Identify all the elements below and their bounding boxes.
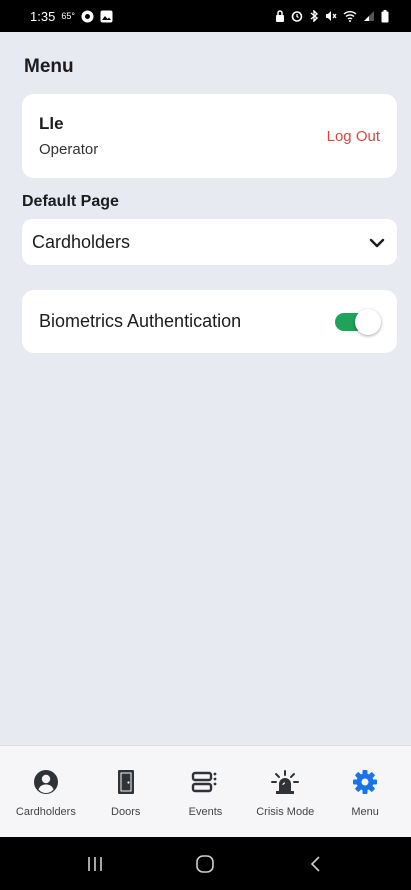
nav-label-events: Events [188,806,223,818]
default-page-label: Default Page [22,193,119,210]
person-circle-icon [33,768,59,796]
mute-icon [325,10,337,22]
bluetooth-icon [309,10,319,22]
default-page-select[interactable]: Cardholders [22,219,397,265]
back-button[interactable] [296,849,336,879]
wifi-icon [343,10,357,22]
gallery-icon [100,10,113,23]
biometrics-label: Biometrics Authentication [39,311,242,331]
nav-label-doors: Doors [111,806,141,818]
toggle-thumb [355,308,381,335]
nav-label-crisis-mode: Crisis Mode [256,806,315,818]
signal-icon [363,10,375,22]
page-title: Menu [24,56,74,77]
bottom-nav: Cardholders Doors Events Crisis Mode Men… [0,745,411,837]
door-icon [116,768,136,796]
user-card: Lle Operator Log Out [22,94,397,178]
biometrics-card: Biometrics Authentication [22,290,397,353]
user-name: Lle [39,114,64,133]
user-role: Operator [39,141,99,158]
status-bar: 1:35 65° [0,0,411,32]
nav-label-menu: Menu [351,806,379,818]
nav-item-menu[interactable]: Menu [327,768,403,818]
status-temperature: 65° [61,11,75,21]
notification-circle-icon [81,10,94,23]
logout-button[interactable]: Log Out [327,128,380,145]
back-icon [310,855,320,872]
nav-label-cardholders: Cardholders [15,806,76,818]
home-icon [196,854,215,873]
default-page-value: Cardholders [32,231,131,252]
recent-apps-icon [88,856,102,871]
system-nav-bar [0,837,411,890]
biometrics-toggle[interactable] [335,308,381,335]
recent-apps-button[interactable] [75,849,115,879]
events-icon [191,768,219,796]
status-right [275,9,389,23]
nav-item-events[interactable]: Events [167,768,243,818]
lock-icon [275,10,285,22]
nav-item-crisis-mode[interactable]: Crisis Mode [247,768,323,818]
nav-item-doors[interactable]: Doors [88,768,164,818]
alarm-icon [271,768,300,796]
nav-item-cardholders[interactable]: Cardholders [8,768,84,818]
status-left: 1:35 65° [30,9,113,24]
status-time: 1:35 [30,8,56,24]
user-info: Lle Operator [39,114,98,158]
home-button[interactable] [185,849,225,879]
gear-icon [352,768,378,796]
chevron-down-icon [369,232,385,253]
alarm-clock-icon [291,10,303,22]
battery-icon [381,9,389,23]
